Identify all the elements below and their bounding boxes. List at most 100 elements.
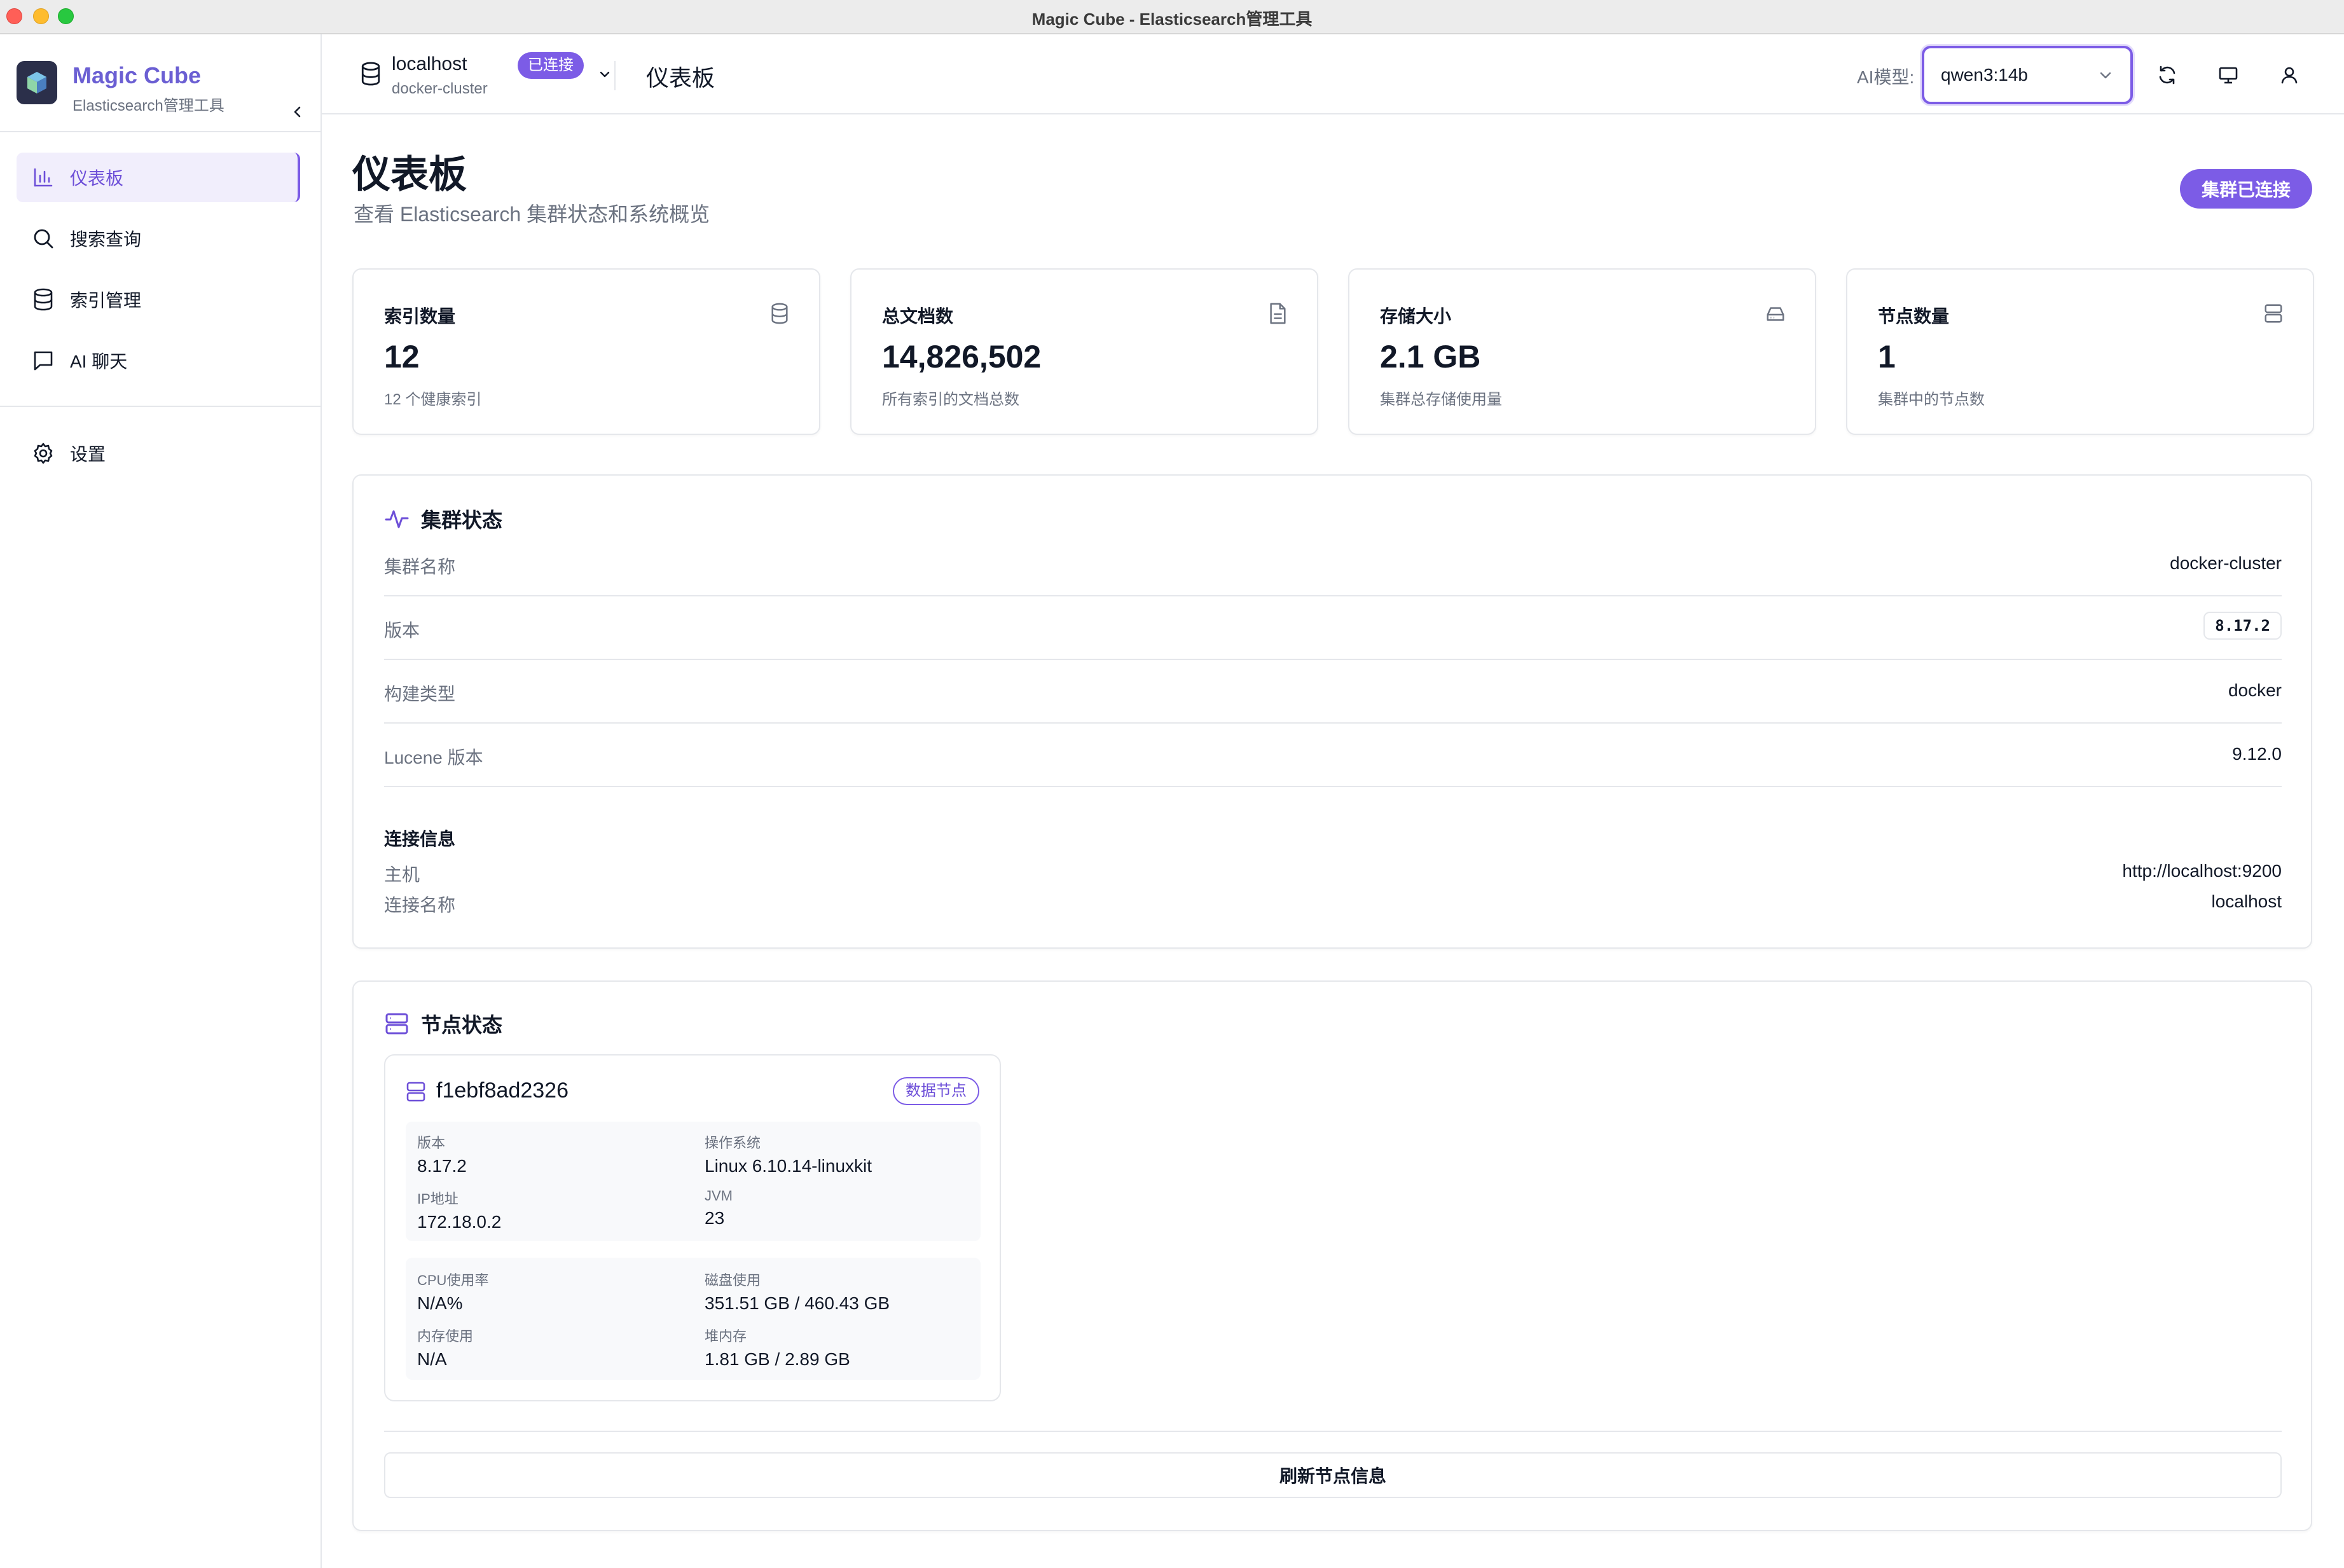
info-key: IP地址: [417, 1191, 458, 1207]
connection-status-badge: 已连接: [518, 52, 584, 79]
row-key: 连接名称: [384, 895, 456, 915]
ai-model-select[interactable]: qwen3:14b: [1922, 46, 2133, 104]
row-value: localhost: [2211, 891, 2282, 911]
row-key: Lucene 版本: [384, 748, 483, 767]
node-info-jvm: JVM 23: [705, 1188, 984, 1228]
cluster-row-lucene: Lucene 版本 9.12.0: [384, 725, 2282, 787]
node-usage-box: CPU使用率 N/A% 磁盘使用 351.51 GB / 460.43 GB 内…: [406, 1258, 981, 1380]
hard-drive-icon: [1767, 307, 1784, 321]
stat-card-documents: 总文档数 14,826,502 所有索引的文档总数: [850, 268, 1318, 435]
sidebar-divider: [0, 131, 321, 132]
row-key: 主机: [384, 865, 420, 884]
brand-subtitle: Elasticsearch管理工具: [72, 97, 224, 114]
node-info-ip: IP地址 172.18.0.2: [417, 1188, 697, 1232]
node-info-box: 版本 8.17.2 操作系统 Linux 6.10.14-linuxkit IP…: [406, 1122, 981, 1241]
row-value: http://localhost:9200: [2122, 861, 2282, 881]
sidebar-item-indices[interactable]: 索引管理: [17, 275, 300, 324]
row-key: 构建类型: [384, 684, 456, 704]
node-usage-cpu: CPU使用率 N/A%: [417, 1269, 697, 1314]
connection-row-name: 连接名称 localhost: [384, 891, 2282, 917]
database-icon: [31, 287, 56, 312]
usage-key: 堆内存: [705, 1328, 747, 1344]
node-info-os: 操作系统 Linux 6.10.14-linuxkit: [705, 1132, 984, 1176]
cluster-status-pill[interactable]: 集群已连接: [2180, 169, 2312, 209]
window-title: Magic Cube - Elasticsearch管理工具: [1031, 10, 1313, 29]
usage-value: 351.51 GB / 460.43 GB: [705, 1293, 890, 1313]
cluster-row-version: 版本 8.17.2: [384, 598, 2282, 660]
info-value: 172.18.0.2: [417, 1212, 502, 1232]
sidebar-item-label: 索引管理: [70, 291, 142, 310]
stat-sub: 集群中的节点数: [1878, 391, 1985, 408]
version-badge: 8.17.2: [2203, 612, 2282, 640]
row-key: 版本: [384, 621, 420, 640]
chat-icon: [31, 348, 56, 373]
gear-icon: [31, 441, 56, 466]
stat-value: 14,826,502: [882, 339, 1042, 375]
node-role-badge: 数据节点: [893, 1077, 979, 1105]
connection-row-host: 主机 http://localhost:9200: [384, 861, 2282, 886]
server-icon: [385, 1013, 408, 1035]
display-button[interactable]: [2216, 62, 2241, 88]
chevron-down-icon: [600, 71, 610, 78]
monitor-icon: [2219, 67, 2238, 84]
connection-selector[interactable]: localhost 已连接 docker-cluster: [360, 52, 610, 97]
row-value: docker: [2228, 680, 2282, 700]
row-value: docker-cluster: [2170, 553, 2282, 573]
brand: Magic Cube Elasticsearch管理工具: [17, 61, 309, 125]
stat-sub: 集群总存储使用量: [1380, 391, 1502, 408]
sidebar-item-settings[interactable]: 设置: [17, 429, 300, 478]
row-key: 集群名称: [384, 557, 456, 577]
stat-label: 存储大小: [1380, 306, 1452, 326]
cube-logo-icon: [17, 61, 57, 104]
info-key: JVM: [705, 1188, 733, 1204]
refresh-icon: [2159, 65, 2175, 85]
node-usage-disk: 磁盘使用 351.51 GB / 460.43 GB: [705, 1269, 984, 1314]
sidebar-divider: [0, 406, 321, 407]
stat-card-indices: 索引数量 12 12 个健康索引: [352, 268, 820, 435]
sidebar-item-label: AI 聊天: [70, 352, 128, 371]
stat-sub: 12 个健康索引: [384, 391, 482, 408]
info-key: 版本: [417, 1135, 446, 1151]
main-content: 仪表板 查看 Elasticsearch 集群状态和系统概览 集群已连接 索引数…: [323, 116, 2344, 1568]
refresh-button[interactable]: [2154, 62, 2180, 88]
refresh-nodes-button[interactable]: 刷新节点信息: [384, 1452, 2282, 1498]
header-separator: [614, 61, 616, 90]
usage-key: 磁盘使用: [705, 1272, 761, 1288]
sidebar-item-label: 搜索查询: [70, 230, 142, 249]
panel-header: 集群状态: [384, 506, 502, 532]
cluster-status-panel: 集群状态 集群名称 docker-cluster 版本 8.17.2 构建类型 …: [352, 474, 2312, 949]
sidebar-item-ai-chat[interactable]: AI 聊天: [17, 336, 300, 385]
sidebar-item-dashboard[interactable]: 仪表板: [17, 153, 300, 202]
brand-name: Magic Cube: [72, 62, 202, 88]
connection-info-title: 连接信息: [384, 829, 456, 849]
stat-sub: 所有索引的文档总数: [882, 391, 1019, 408]
panel-title: 集群状态: [421, 509, 503, 532]
node-status-panel: 节点状态 f1ebf8ad2326 数据节点 版本 8.17.2 操作系统 Li…: [352, 980, 2312, 1531]
stat-value: 1: [1878, 339, 1896, 375]
page-title: 仪表板: [352, 153, 467, 196]
panel-header: 节点状态: [384, 1011, 502, 1036]
usage-key: 内存使用: [417, 1328, 474, 1344]
activity-icon: [385, 510, 409, 528]
sidebar: Magic Cube Elasticsearch管理工具 仪表板 搜索查询 索引…: [0, 34, 322, 1568]
chevron-left-icon: [294, 106, 301, 118]
sidebar-item-search[interactable]: 搜索查询: [17, 214, 300, 263]
search-icon: [31, 226, 56, 251]
node-card: f1ebf8ad2326 数据节点 版本 8.17.2 操作系统 Linux 6…: [384, 1054, 1001, 1401]
ai-model-label: AI模型:: [1857, 67, 1915, 87]
stat-card-storage: 存储大小 2.1 GB 集群总存储使用量: [1348, 268, 1816, 435]
header-page-title: 仪表板: [646, 65, 715, 91]
node-name: f1ebf8ad2326: [436, 1078, 569, 1103]
connection-host: localhost: [392, 53, 467, 74]
panel-divider: [384, 1431, 2282, 1432]
cluster-row-name: 集群名称 docker-cluster: [384, 534, 2282, 596]
usage-value: 1.81 GB / 2.89 GB: [705, 1349, 850, 1369]
cluster-row-build: 构建类型 docker: [384, 661, 2282, 724]
node-usage-heap: 堆内存 1.81 GB / 2.89 GB: [705, 1325, 984, 1370]
usage-key: CPU使用率: [417, 1272, 489, 1288]
bar-chart-icon: [31, 165, 56, 190]
user-button[interactable]: [2277, 62, 2302, 88]
collapse-sidebar-button[interactable]: [285, 99, 310, 125]
stat-label: 总文档数: [882, 306, 954, 326]
user-icon: [2281, 67, 2298, 84]
